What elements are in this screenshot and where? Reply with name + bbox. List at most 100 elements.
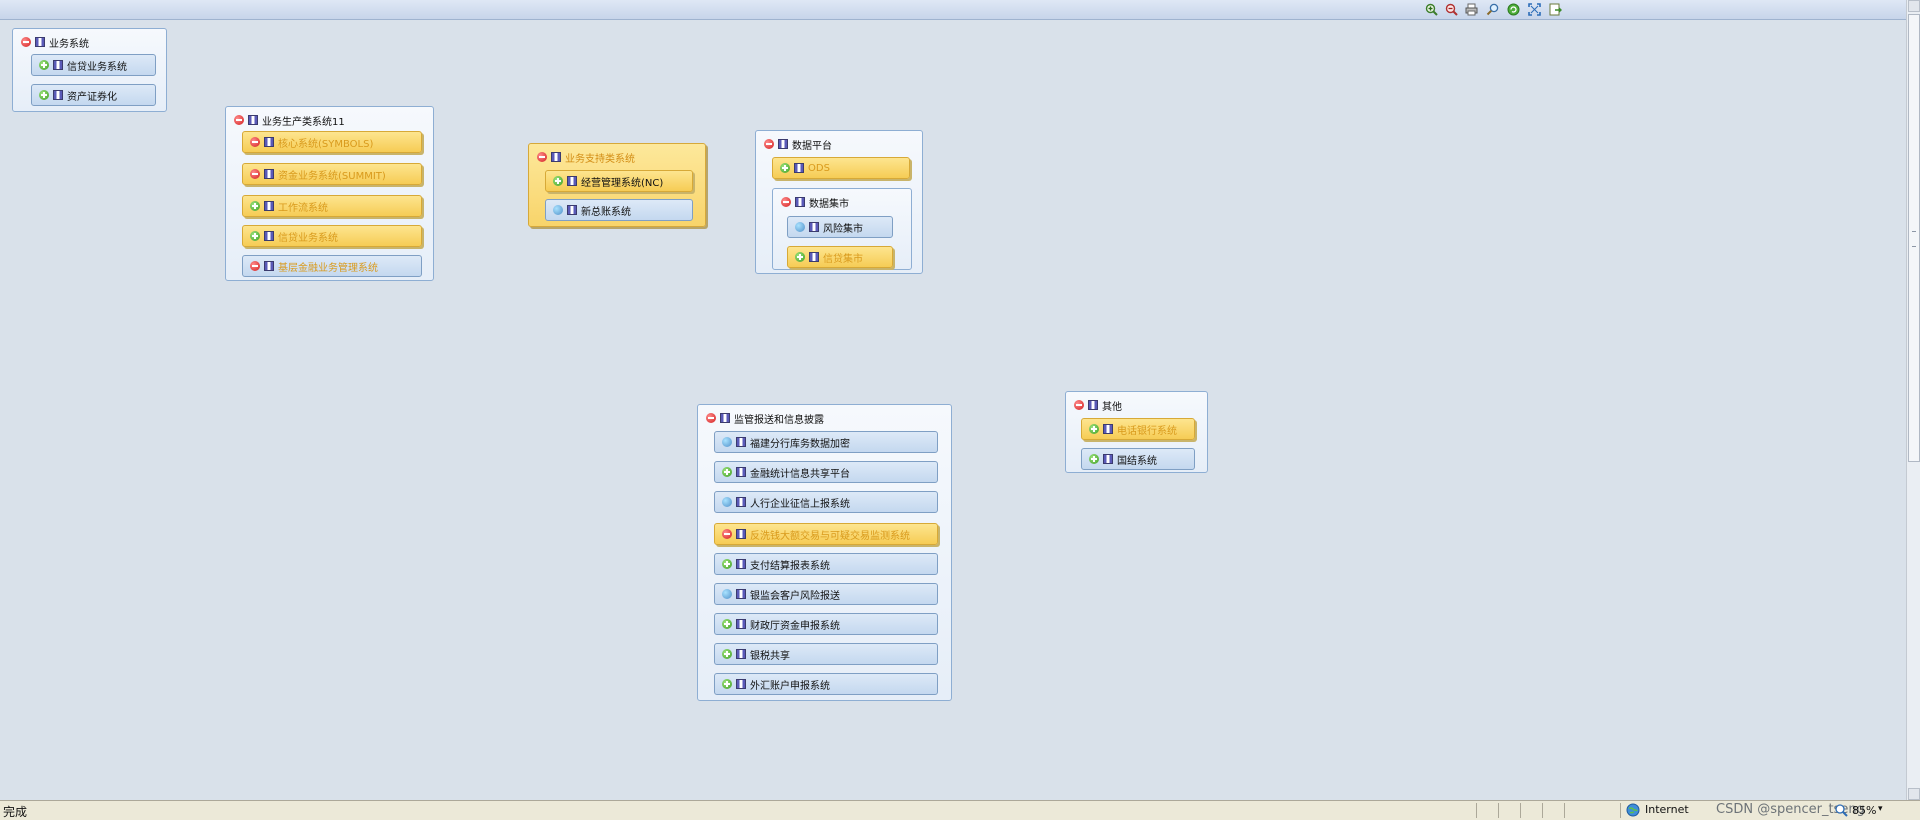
system-icon (736, 497, 746, 507)
group-title: 数据集市 (809, 198, 849, 210)
collapse-icon[interactable] (781, 197, 791, 207)
collapse-icon[interactable] (764, 139, 774, 149)
expand-icon[interactable] (39, 90, 49, 100)
node-telephone-banking[interactable]: 电话银行系统 (1081, 418, 1195, 440)
collapse-icon[interactable] (722, 529, 732, 539)
collapse-icon[interactable] (250, 137, 260, 147)
expand-icon[interactable] (722, 467, 732, 477)
node-treasury-system[interactable]: 资金业务系统(SUMMIT) (242, 163, 422, 185)
expand-icon[interactable] (250, 231, 260, 241)
group-other[interactable]: 其他 电话银行系统 国结系统 (1065, 391, 1208, 473)
node-asset-securitization[interactable]: 资产证券化 (31, 84, 156, 106)
fit-screen-icon[interactable] (1527, 2, 1542, 17)
expand-icon[interactable] (553, 176, 563, 186)
expand-icon[interactable] (780, 163, 790, 173)
collapse-icon[interactable] (234, 115, 244, 125)
node-finance-dept-reporting[interactable]: 财政厅资金申报系统 (714, 613, 938, 635)
group-header: 数据集市 (781, 195, 849, 210)
zoom-level[interactable]: 85% (1852, 804, 1876, 817)
group-business-systems[interactable]: 业务系统 信贷业务系统 资产证券化 (12, 28, 167, 112)
link-icon[interactable] (722, 497, 732, 507)
expand-icon[interactable] (250, 201, 260, 211)
scroll-thumb[interactable] (1908, 14, 1920, 462)
collapse-icon[interactable] (537, 152, 547, 162)
zoom-out-icon[interactable] (1444, 2, 1459, 17)
node-payment-settlement-reports[interactable]: 支付结算报表系统 (714, 553, 938, 575)
system-icon (1088, 400, 1098, 410)
collapse-icon[interactable] (250, 169, 260, 179)
system-icon (809, 222, 819, 232)
vertical-scrollbar[interactable] (1906, 0, 1920, 800)
node-credit-system[interactable]: 信贷业务系统 (31, 54, 156, 76)
expand-icon[interactable] (722, 649, 732, 659)
group-data-mart[interactable]: 数据集市 风险集市 信贷集市 (772, 188, 912, 270)
system-icon (736, 559, 746, 569)
expand-icon[interactable] (722, 679, 732, 689)
node-branch-data-encryption[interactable]: 福建分行库务数据加密 (714, 431, 938, 453)
scroll-down-icon[interactable] (1908, 788, 1920, 800)
collapse-icon[interactable] (250, 261, 260, 271)
node-enterprise-credit-reporting[interactable]: 人行企业征信上报系统 (714, 491, 938, 513)
node-anti-money-laundering[interactable]: 反洗钱大额交易与可疑交易监测系统 (714, 523, 938, 545)
search-icon[interactable] (1485, 2, 1500, 17)
refresh-icon[interactable] (1506, 2, 1521, 17)
node-new-ledger-system[interactable]: 新总账系统 (545, 199, 693, 221)
group-title: 业务生产类系统11 (262, 116, 345, 128)
node-grassroots-finance-system[interactable]: 基层金融业务管理系统 (242, 255, 422, 277)
collapse-icon[interactable] (1074, 400, 1084, 410)
node-credit-mart[interactable]: 信贷集市 (787, 246, 893, 268)
expand-icon[interactable] (1089, 424, 1099, 434)
print-icon[interactable] (1464, 2, 1479, 17)
expand-icon[interactable] (795, 252, 805, 262)
expand-icon[interactable] (722, 619, 732, 629)
link-icon[interactable] (553, 205, 563, 215)
node-bank-tax-sharing[interactable]: 银税共享 (714, 643, 938, 665)
group-production-systems[interactable]: 业务生产类系统11 核心系统(SYMBOLS) 资金业务系统(SUMMIT) 工… (225, 106, 434, 281)
collapse-icon[interactable] (706, 413, 716, 423)
scroll-up-icon[interactable] (1908, 0, 1920, 12)
system-icon (264, 231, 274, 241)
expand-icon[interactable] (39, 60, 49, 70)
zoom-icon[interactable] (1834, 803, 1849, 818)
node-workflow-system[interactable]: 工作流系统 (242, 195, 422, 217)
system-icon (809, 252, 819, 262)
expand-icon[interactable] (722, 559, 732, 569)
node-core-system[interactable]: 核心系统(SYMBOLS) (242, 131, 422, 153)
node-cbrc-customer-risk[interactable]: 银监会客户风险报送 (714, 583, 938, 605)
zone-label: Internet (1645, 803, 1689, 816)
group-regulatory-reporting[interactable]: 监管报送和信息披露 福建分行库务数据加密 金融统计信息共享平台 人行企业征信上报… (697, 404, 952, 701)
system-icon (264, 169, 274, 179)
status-divider (1520, 803, 1521, 818)
link-icon[interactable] (722, 589, 732, 599)
system-icon (794, 163, 804, 173)
system-icon (567, 205, 577, 215)
system-icon (551, 152, 561, 162)
group-data-platform[interactable]: 数据平台 ODS 数据集市 风险集市 信贷集市 (755, 130, 923, 274)
node-ods[interactable]: ODS (772, 157, 910, 179)
node-credit-system[interactable]: 信贷业务系统 (242, 225, 422, 247)
link-icon[interactable] (795, 222, 805, 232)
system-icon (736, 467, 746, 477)
zoom-in-icon[interactable] (1424, 2, 1439, 17)
node-fx-account-reporting[interactable]: 外汇账户申报系统 (714, 673, 938, 695)
group-header: 业务系统 (21, 35, 89, 50)
link-icon[interactable] (722, 437, 732, 447)
group-header: 其他 (1074, 398, 1122, 413)
system-icon (736, 679, 746, 689)
system-icon (736, 529, 746, 539)
node-risk-mart[interactable]: 风险集市 (787, 216, 893, 238)
group-title: 监管报送和信息披露 (734, 414, 824, 426)
system-icon (795, 197, 805, 207)
system-icon (567, 176, 577, 186)
export-icon[interactable] (1548, 2, 1563, 17)
expand-icon[interactable] (1089, 454, 1099, 464)
collapse-icon[interactable] (21, 37, 31, 47)
group-support-systems[interactable]: 业务支持类系统 经营管理系统(NC) 新总账系统 (528, 143, 706, 227)
zoom-dropdown-icon[interactable]: ▾ (1878, 804, 1883, 814)
system-icon (736, 649, 746, 659)
node-management-system-nc[interactable]: 经营管理系统(NC) (545, 170, 693, 192)
node-international-settlement[interactable]: 国结系统 (1081, 448, 1195, 470)
system-icon (53, 90, 63, 100)
status-divider (1564, 803, 1565, 818)
node-financial-statistics-platform[interactable]: 金融统计信息共享平台 (714, 461, 938, 483)
